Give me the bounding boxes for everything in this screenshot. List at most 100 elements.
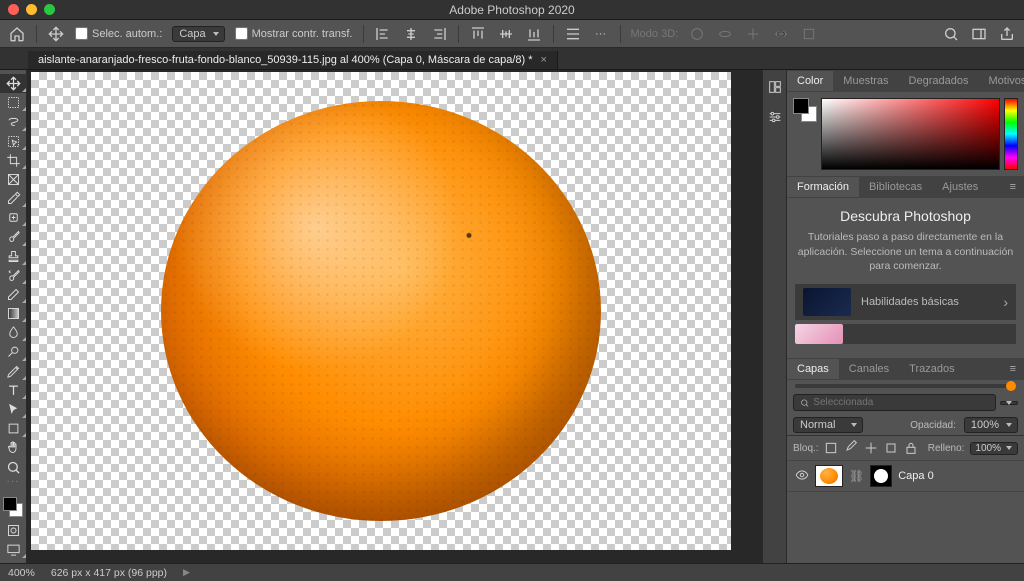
layer-search[interactable]	[793, 394, 996, 411]
blur-tool[interactable]	[0, 323, 27, 342]
lock-position-brush-icon[interactable]	[843, 440, 859, 456]
close-window-button[interactable]	[8, 4, 19, 15]
history-brush-tool[interactable]	[0, 266, 27, 285]
opacity-value[interactable]: 100%	[964, 417, 1018, 433]
show-transform-checkbox[interactable]: Mostrar contr. transf.	[235, 27, 353, 40]
status-zoom[interactable]: 400%	[8, 567, 35, 579]
layer-name[interactable]: Capa 0	[898, 470, 933, 482]
shape-tool[interactable]	[0, 419, 27, 438]
tab-channels[interactable]: Canales	[839, 359, 899, 379]
search-icon	[800, 398, 809, 408]
layer-row-capa0[interactable]: ⛓ Capa 0	[787, 460, 1024, 492]
pen-tool[interactable]	[0, 362, 27, 381]
filter-dropdown[interactable]	[1000, 401, 1018, 405]
learn-headline: Descubra Photoshop	[795, 208, 1016, 224]
status-dims[interactable]: 626 px x 417 px (96 ppp)	[51, 567, 167, 579]
lock-move-icon[interactable]	[863, 440, 879, 456]
path-selection-tool[interactable]	[0, 400, 27, 419]
align-center-h-icon[interactable]	[402, 25, 420, 43]
blend-mode-dropdown[interactable]: Normal	[793, 417, 863, 433]
brush-tool[interactable]	[0, 227, 27, 246]
share-icon[interactable]	[998, 25, 1016, 43]
tab-paths[interactable]: Trazados	[899, 359, 964, 379]
align-left-icon[interactable]	[374, 25, 392, 43]
history-panel-icon[interactable]	[766, 78, 784, 96]
learn-card-label: Habilidades básicas	[861, 296, 959, 308]
learn-card-2[interactable]	[795, 324, 1016, 344]
screenmode-tool[interactable]	[0, 540, 27, 559]
type-tool[interactable]	[0, 381, 27, 400]
lock-all-icon[interactable]	[903, 440, 919, 456]
maximize-window-button[interactable]	[44, 4, 55, 15]
eraser-tool[interactable]	[0, 285, 27, 304]
layer-thumbnail[interactable]	[815, 465, 843, 487]
tab-color[interactable]: Color	[787, 71, 833, 91]
layer-search-input[interactable]	[813, 397, 989, 408]
options-bar: Selec. autom.: Capa Mostrar contr. trans…	[0, 20, 1024, 48]
layers-panel-slider[interactable]	[795, 384, 1016, 388]
canvas-area[interactable]	[27, 70, 762, 563]
dodge-tool[interactable]	[0, 342, 27, 361]
eyedropper-tool[interactable]	[0, 189, 27, 208]
tab-gradients[interactable]: Degradados	[899, 71, 979, 91]
healing-tool[interactable]	[0, 208, 27, 227]
learn-thumb-2	[795, 324, 843, 344]
gradient-tool[interactable]	[0, 304, 27, 323]
document-canvas[interactable]	[31, 72, 731, 550]
tab-swatches[interactable]: Muestras	[833, 71, 898, 91]
align-bottom-icon[interactable]	[525, 25, 543, 43]
3d-pan-icon	[744, 25, 762, 43]
lock-pixels-icon[interactable]	[823, 440, 839, 456]
lock-artboard-icon[interactable]	[883, 440, 899, 456]
search-icon[interactable]	[942, 25, 960, 43]
crop-tool[interactable]	[0, 151, 27, 170]
minimize-window-button[interactable]	[26, 4, 37, 15]
color-spectrum[interactable]	[821, 98, 1000, 170]
tab-patterns[interactable]: Motivos	[978, 71, 1024, 91]
align-top-icon[interactable]	[469, 25, 487, 43]
auto-select-checkbox[interactable]: Selec. autom.:	[75, 27, 162, 40]
home-button[interactable]	[8, 25, 26, 43]
color-swatch-tool[interactable]	[0, 493, 26, 521]
lasso-tool[interactable]	[0, 112, 27, 131]
tab-learn[interactable]: Formación	[787, 177, 859, 197]
workspace-icon[interactable]	[970, 25, 988, 43]
move-tool-icon[interactable]	[47, 25, 65, 43]
window-controls	[8, 4, 55, 15]
move-tool[interactable]	[0, 74, 27, 93]
learn-panel-menu-icon[interactable]: ≡	[1002, 177, 1024, 197]
tab-libraries[interactable]: Bibliotecas	[859, 177, 932, 197]
marquee-tool[interactable]	[0, 93, 27, 112]
quickmask-tool[interactable]	[0, 521, 27, 540]
align-right-icon[interactable]	[430, 25, 448, 43]
auto-select-target-dropdown[interactable]: Capa	[172, 26, 224, 42]
chevron-right-icon: ›	[1003, 294, 1008, 310]
right-panels: Color Muestras Degradados Motivos ≡ Form…	[786, 70, 1024, 563]
edit-toolbar-icon[interactable]: ···	[0, 477, 26, 487]
tab-layers[interactable]: Capas	[787, 359, 839, 379]
stamp-tool[interactable]	[0, 247, 27, 266]
zoom-tool[interactable]	[0, 457, 27, 476]
more-align-icon[interactable]: ···	[592, 25, 610, 43]
hand-tool[interactable]	[0, 438, 27, 457]
layers-panel-menu-icon[interactable]: ≡	[1002, 359, 1024, 379]
document-tab[interactable]: aislante-anaranjado-fresco-fruta-fondo-b…	[28, 51, 558, 69]
frame-tool[interactable]	[0, 170, 27, 189]
hue-slider[interactable]	[1004, 98, 1018, 170]
fill-value[interactable]: 100%	[970, 442, 1018, 455]
close-tab-icon[interactable]: ×	[541, 54, 547, 66]
properties-panel-icon[interactable]	[766, 108, 784, 126]
status-chevron-icon[interactable]: ▶	[183, 567, 190, 578]
link-icon[interactable]: ⛓	[849, 469, 864, 483]
3d-slide-icon	[772, 25, 790, 43]
align-middle-icon[interactable]	[497, 25, 515, 43]
learn-card-basics[interactable]: Habilidades básicas ›	[795, 284, 1016, 320]
layer-mask-thumbnail[interactable]	[870, 465, 892, 487]
blend-row: Normal Opacidad: 100%	[787, 415, 1024, 435]
tab-adjustments[interactable]: Ajustes	[932, 177, 988, 197]
layer-visibility-icon[interactable]	[795, 468, 809, 485]
object-selection-tool[interactable]	[0, 132, 27, 151]
distribute-icon[interactable]	[564, 25, 582, 43]
fg-bg-swatch[interactable]	[793, 98, 817, 122]
color-panel-tabs: Color Muestras Degradados Motivos ≡	[787, 70, 1024, 92]
